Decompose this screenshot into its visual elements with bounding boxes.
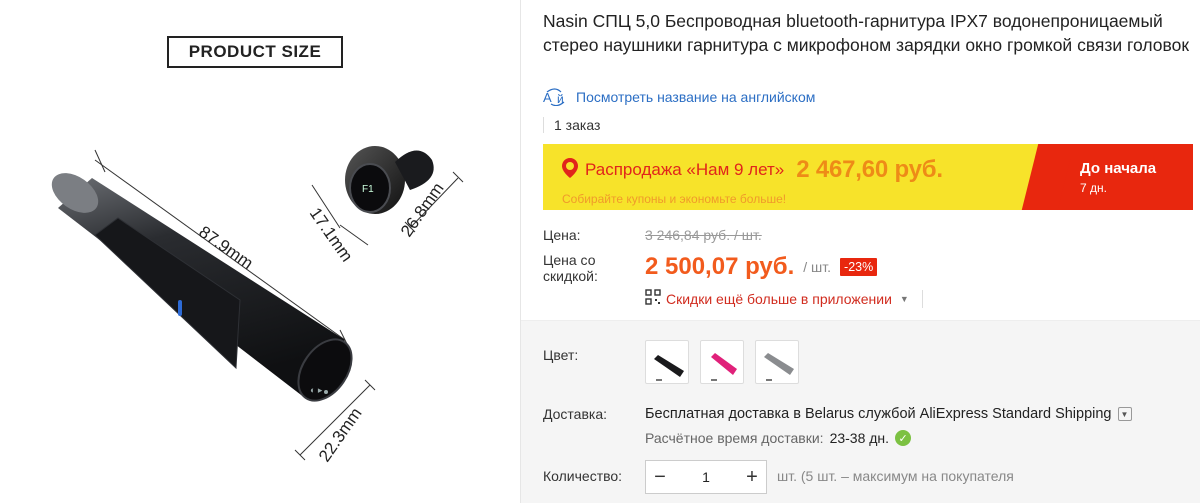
- quantity-stepper: − 1 +: [645, 460, 767, 494]
- svg-text:◐ ▸: ◐ ▸: [310, 385, 323, 395]
- increase-button[interactable]: +: [738, 461, 766, 493]
- delivery-eta: Расчётное время доставки: 23-38 дн. ✓: [645, 430, 912, 446]
- svg-text:й: й: [557, 92, 564, 106]
- color-swatch-black[interactable]: [645, 340, 689, 384]
- app-discount-dropdown[interactable]: Скидки ещё больше в приложении ▼: [645, 289, 923, 308]
- divider: [543, 117, 544, 133]
- orders-label: 1 заказ: [554, 117, 601, 133]
- chevron-down-icon[interactable]: ▼: [1117, 407, 1132, 421]
- divider: [921, 289, 923, 308]
- promo-name: Распродажа «Нам 9 лет»: [585, 160, 785, 179]
- shipping-label: Доставка:: [543, 406, 608, 422]
- app-discount-label: Скидки ещё больше в приложении: [666, 290, 892, 307]
- quantity-label: Количество:: [543, 468, 623, 484]
- price-unit: / шт.: [803, 259, 832, 275]
- promo-countdown: До начала 7 дн.: [1048, 144, 1193, 210]
- promo-days: 7 дн.: [1080, 181, 1107, 195]
- orders-count: 1 заказ: [543, 115, 600, 135]
- translate-icon: A й: [543, 88, 569, 106]
- product-info: Nasin СПЦ 5,0 Беспроводная bluetooth-гар…: [521, 0, 1200, 503]
- promo-main: Распродажа «Нам 9 лет» 2 467,60 руб. Соб…: [543, 144, 1048, 210]
- promo-subtitle: Собирайте купоны и экономьте больше!: [562, 192, 787, 206]
- discount-price-label: Цена со скидкой:: [543, 252, 598, 284]
- svg-text:F1: F1: [362, 184, 374, 195]
- color-swatch-pink[interactable]: [700, 340, 744, 384]
- earphone-illustration: ◐ ▸ F1: [51, 146, 464, 461]
- color-swatch-gray[interactable]: [755, 340, 799, 384]
- qr-code-icon: [645, 289, 661, 308]
- quantity-note: шт. (5 шт. – максимум на покупателя: [777, 468, 1014, 484]
- old-price: 3 246,84 руб. / шт.: [645, 227, 762, 243]
- translate-link-label[interactable]: Посмотреть название на английском: [576, 89, 815, 105]
- check-icon: ✓: [895, 430, 912, 446]
- promo-banner[interactable]: Распродажа «Нам 9 лет» 2 467,60 руб. Соб…: [543, 144, 1193, 210]
- quantity-input[interactable]: 1: [674, 469, 738, 485]
- price-label: Цена:: [543, 227, 581, 243]
- promo-price: 2 467,60 руб.: [796, 156, 943, 183]
- charging-case: ◐ ▸: [51, 173, 353, 402]
- product-title: Nasin СПЦ 5,0 Беспроводная bluetooth-гар…: [543, 11, 1190, 55]
- shipping-option[interactable]: Бесплатная доставка в Belarus службой Al…: [645, 406, 1132, 422]
- shipping-text: Бесплатная доставка в Belarus службой Al…: [645, 406, 1112, 422]
- discount-badge: -23%: [840, 258, 878, 276]
- promo-start-label: До начала: [1080, 160, 1157, 177]
- eta-value: 23-38 дн.: [829, 430, 890, 446]
- product-image: PRODUCT SIZE ◐ ▸ F1 87.9mm 22.3mm 17.1mm…: [0, 0, 520, 503]
- eta-label: Расчётное время доставки:: [645, 430, 824, 446]
- current-price: 2 500,07 руб.: [645, 253, 795, 280]
- chevron-down-icon: ▼: [899, 293, 909, 304]
- color-label: Цвет:: [543, 347, 579, 363]
- translate-link[interactable]: A й Посмотреть название на английском: [543, 87, 815, 107]
- location-pin-icon: [561, 157, 579, 184]
- current-price-row: 2 500,07 руб. / шт. -23%: [645, 253, 878, 281]
- decrease-button[interactable]: −: [646, 461, 674, 493]
